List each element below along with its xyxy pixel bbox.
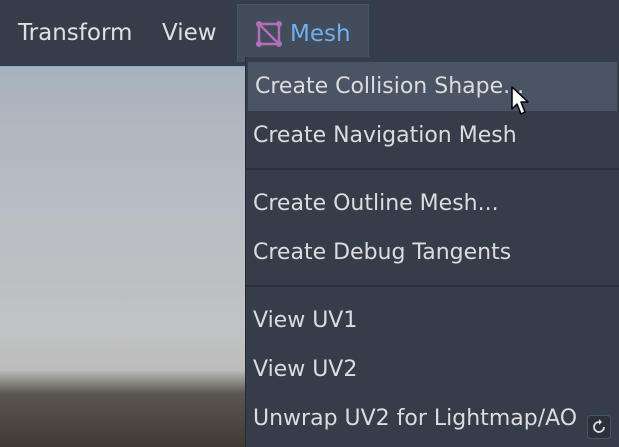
menu-item-create-navigation-mesh[interactable]: Create Navigation Mesh: [246, 111, 619, 160]
mouse-cursor-icon: [511, 86, 529, 115]
menu-item-create-collision-shape[interactable]: Create Collision Shape...: [248, 62, 617, 111]
mesh-menu-label: Mesh: [290, 21, 351, 47]
mesh-menu-button[interactable]: Mesh: [237, 4, 369, 62]
menu-separator: [246, 168, 619, 170]
menu-item-view-uv1[interactable]: View UV1: [246, 296, 619, 345]
view-menu-button[interactable]: View: [162, 0, 217, 66]
menu-item-create-debug-tangents[interactable]: Create Debug Tangents: [246, 228, 619, 277]
menu-item-create-outline-mesh[interactable]: Create Outline Mesh...: [246, 179, 619, 228]
menu-item-view-uv2[interactable]: View UV2: [246, 345, 619, 394]
mesh-dropdown-menu: Create Collision Shape... Create Navigat…: [245, 57, 619, 447]
transform-menu-button[interactable]: Transform: [18, 0, 132, 66]
3d-viewport[interactable]: [0, 64, 245, 447]
refresh-icon[interactable]: [587, 415, 611, 439]
mesh-icon: [256, 21, 282, 47]
menu-separator: [246, 285, 619, 287]
menu-item-unwrap-uv2[interactable]: Unwrap UV2 for Lightmap/AO: [246, 394, 619, 443]
